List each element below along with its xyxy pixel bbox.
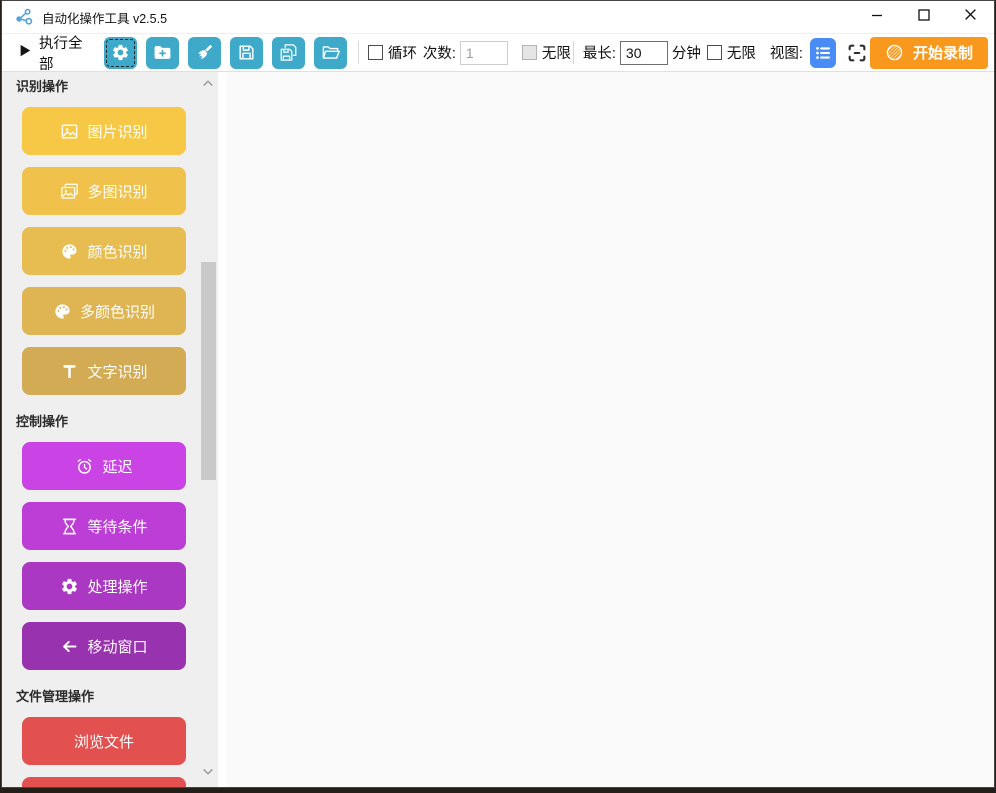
save-button[interactable] — [229, 36, 263, 69]
sidebar-button-label: 处理操作 — [87, 578, 148, 596]
palette-icon — [60, 242, 79, 261]
duration-unlimited-label: 无限 — [726, 46, 756, 62]
titlebar: 自动化操作工具 v2.5.5 — [2, 1, 994, 33]
clean-button[interactable] — [187, 36, 221, 69]
move-window-button[interactable]: 移动窗口 — [22, 622, 186, 670]
window-title: 自动化操作工具 v2.5.5 — [42, 11, 168, 26]
sidebar-button-label: 等待条件 — [87, 518, 148, 536]
close-button[interactable] — [947, 1, 994, 33]
app-window: 自动化操作工具 v2.5.5 执行全部 循环 次数: 1 无限 最长: 30 分… — [1, 0, 995, 788]
toolbar-separator — [572, 41, 574, 64]
list-view-button[interactable] — [809, 37, 837, 68]
palette-icon — [53, 302, 72, 321]
scroll-down-button[interactable] — [201, 766, 215, 778]
sidebar-button-label: 图片识别 — [87, 123, 148, 141]
wait-condition-button[interactable]: 等待条件 — [22, 502, 186, 550]
save-icon — [237, 43, 256, 62]
open-folder-button[interactable] — [313, 36, 347, 69]
toolbar-icon-buttons — [103, 36, 356, 69]
sidebar-button-label: 多颜色识别 — [79, 303, 155, 321]
app-logo-icon — [14, 7, 34, 27]
sidebar-groups: 识别操作图片识别多图识别颜色识别多颜色识别文字识别控制操作延迟等待条件处理操作移… — [2, 72, 218, 787]
minimize-button[interactable] — [853, 1, 900, 33]
process-operation-button[interactable]: 处理操作 — [22, 562, 186, 610]
duration-unlimited-checkbox[interactable] — [706, 45, 722, 60]
list-view-icon — [812, 42, 834, 64]
image-recognition-button[interactable]: 图片识别 — [22, 107, 186, 155]
app-body: 识别操作图片识别多图识别颜色识别多颜色识别文字识别控制操作延迟等待条件处理操作移… — [2, 72, 994, 787]
scan-view-button[interactable] — [843, 38, 870, 68]
sidebar-button-label: 多图识别 — [87, 183, 148, 201]
toolbar: 执行全部 循环 次数: 无限 最长: 分钟 无限 视图: — [2, 32, 994, 74]
delay-button[interactable]: 延迟 — [22, 442, 186, 490]
sidebar-button-label: 延迟 — [102, 458, 133, 476]
play-icon — [18, 43, 32, 63]
duration-input[interactable] — [619, 40, 668, 65]
hourglass-icon — [60, 517, 79, 536]
run-all-label: 执行全部 — [39, 35, 83, 73]
sidebar: 识别操作图片识别多图识别颜色识别多颜色识别文字识别控制操作延迟等待条件处理操作移… — [2, 72, 218, 787]
arrow-left-icon — [60, 637, 79, 656]
times-unlimited-checkbox[interactable] — [521, 45, 537, 60]
times-input[interactable] — [459, 40, 508, 65]
start-record-label: 开始录制 — [912, 45, 973, 62]
maximize-button[interactable] — [900, 1, 947, 33]
multi-image-recognition-button[interactable]: 多图识别 — [22, 167, 186, 215]
main-canvas[interactable] — [226, 72, 994, 787]
multi-color-recognition-button[interactable]: 多颜色识别 — [22, 287, 186, 335]
text-recognition-button[interactable]: 文字识别 — [22, 347, 186, 395]
color-recognition-button[interactable]: 颜色识别 — [22, 227, 186, 275]
group-label: 文件管理操作 — [16, 689, 95, 704]
sidebar-main-gap — [218, 72, 226, 787]
duration-label: 最长: — [582, 46, 616, 62]
scroll-up-button[interactable] — [201, 77, 215, 89]
record-icon — [885, 43, 904, 62]
browse-file-button[interactable]: 浏览文件 — [22, 717, 186, 765]
images-icon — [60, 182, 79, 201]
sidebar-button-label: 文字识别 — [87, 363, 148, 381]
group-label: 识别操作 — [16, 79, 69, 94]
save-all-button[interactable] — [271, 36, 305, 69]
add-folder-button[interactable] — [145, 36, 179, 69]
settings-button[interactable] — [103, 36, 137, 69]
close-icon — [964, 8, 977, 26]
sidebar-button-label: 移动窗口 — [87, 638, 148, 656]
broom-icon — [195, 43, 214, 62]
gear-icon — [60, 577, 79, 596]
save-all-icon — [279, 43, 298, 62]
loop-checkbox[interactable] — [367, 45, 383, 60]
sidebar-button-label: 浏览文件 — [73, 733, 134, 751]
gear-icon — [111, 43, 130, 62]
alarm-icon — [75, 457, 94, 476]
scan-icon — [846, 42, 868, 64]
sidebar-scrollbar-thumb[interactable] — [201, 262, 216, 480]
folder-open-icon — [321, 43, 340, 62]
run-all-button[interactable]: 执行全部 — [18, 32, 88, 74]
maximize-icon — [917, 8, 930, 26]
folder-plus-icon — [153, 43, 172, 62]
text-icon — [60, 362, 79, 381]
minimize-icon — [871, 8, 883, 26]
group-label: 控制操作 — [16, 414, 69, 429]
sidebar-button-label: 颜色识别 — [87, 243, 148, 261]
start-record-button[interactable]: 开始录制 — [869, 36, 988, 69]
view-label: 视图: — [769, 46, 803, 62]
image-icon — [60, 122, 79, 141]
clipped-file-button-button[interactable] — [22, 777, 186, 787]
times-unlimited-label: 无限 — [541, 46, 571, 62]
loop-label: 循环 — [387, 46, 417, 62]
window-controls — [853, 1, 994, 33]
times-label: 次数: — [422, 46, 456, 62]
duration-unit-label: 分钟 — [671, 46, 701, 62]
toolbar-separator — [357, 41, 359, 64]
